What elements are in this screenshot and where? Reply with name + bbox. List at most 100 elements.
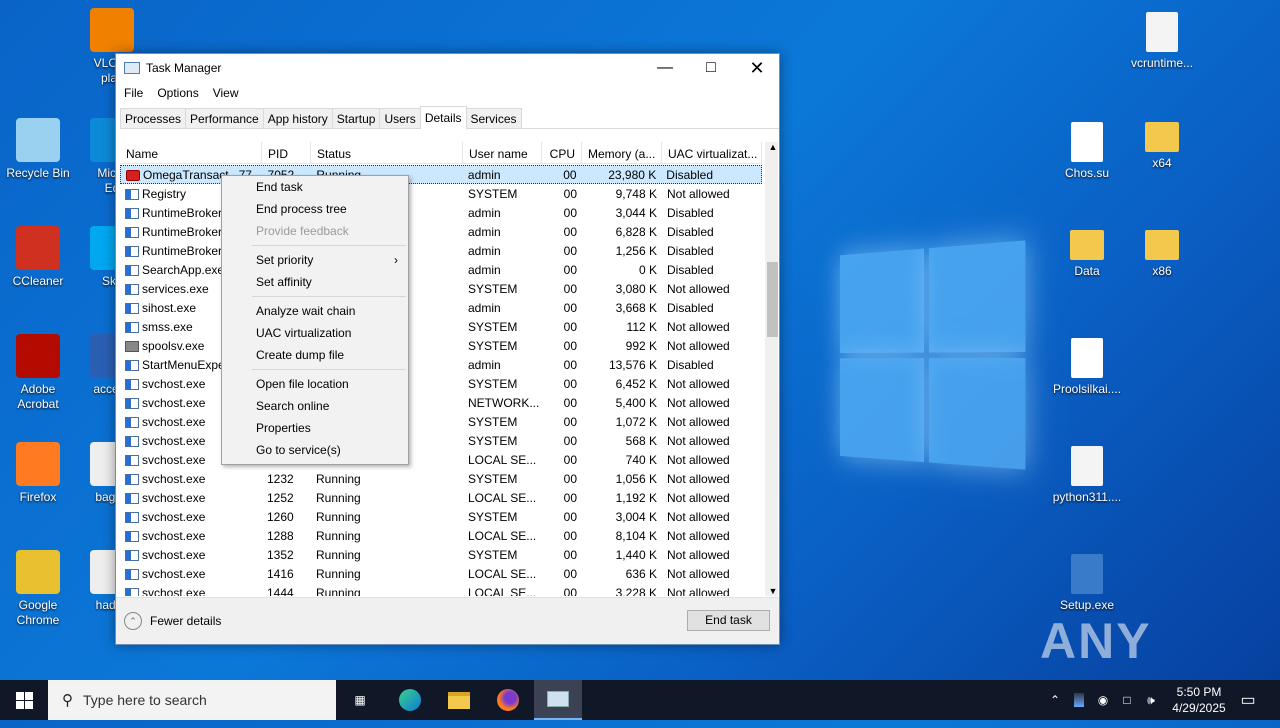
- scroll-thumb[interactable]: [767, 262, 778, 337]
- table-row[interactable]: svchost.exe 1352 Running SYSTEM 00 1,440 K Not…: [120, 545, 762, 564]
- tab-services[interactable]: Services: [465, 108, 522, 128]
- table-row[interactable]: svchost.exe LOCAL SE... 00 740 K Not allowed: [120, 450, 762, 469]
- context-menu-set-affinity[interactable]: Set affinity: [222, 271, 408, 293]
- column-header[interactable]: PID: [262, 142, 311, 163]
- desktop-icon[interactable]: Google Chrome: [0, 550, 76, 628]
- cell-memory: 6,452 K: [582, 377, 662, 391]
- volume-icon[interactable]: 🕪: [1140, 680, 1162, 720]
- desktop-icon[interactable]: x86: [1124, 226, 1200, 279]
- table-row[interactable]: svchost.exe 1444 Running LOCAL SE... 00 3,228…: [120, 583, 762, 596]
- table-row[interactable]: svchost.exe 1416 Running LOCAL SE... 00 636 K…: [120, 564, 762, 583]
- context-menu-open-file-location[interactable]: Open file location: [222, 373, 408, 395]
- maximize-button[interactable]: □: [688, 54, 734, 82]
- end-task-button[interactable]: End task: [687, 610, 770, 631]
- tab-performance[interactable]: Performance: [185, 108, 264, 128]
- tab-startup[interactable]: Startup: [331, 108, 381, 128]
- table-row[interactable]: Registry SYSTEM 00 9,748 K Not allowed: [120, 184, 762, 203]
- cell-text: 568 K: [625, 433, 657, 448]
- context-menu-search-online[interactable]: Search online: [222, 395, 408, 417]
- context-menu-end-task[interactable]: End task: [222, 176, 408, 198]
- desktop-icon[interactable]: Data: [1049, 226, 1125, 279]
- column-header[interactable]: CPU: [542, 142, 582, 163]
- tray-app-icon[interactable]: [1070, 680, 1088, 720]
- show-hidden-icons-chevron-icon[interactable]: ⌃: [1045, 680, 1065, 720]
- desktop-icon[interactable]: Setup.exe: [1049, 550, 1125, 613]
- table-row[interactable]: StartMenuExper admin 00 13,576 K Disabled: [120, 355, 762, 374]
- cell-text: Not allowed: [667, 395, 730, 410]
- start-button[interactable]: [0, 680, 48, 720]
- table-row[interactable]: svchost.exe 1288 Running LOCAL SE... 00 8,104…: [120, 526, 762, 545]
- cell-user: SYSTEM: [463, 510, 542, 524]
- title-bar[interactable]: Task Manager — □ ✕: [116, 54, 779, 82]
- desktop-icon[interactable]: Firefox: [0, 442, 76, 505]
- tab-app-history[interactable]: App history: [262, 108, 333, 128]
- desktop-icon[interactable]: Proolsilkai....: [1049, 334, 1125, 397]
- minimize-button[interactable]: —: [642, 54, 688, 82]
- table-row[interactable]: svchost.exe NETWORK... 00 5,400 K Not allowe…: [120, 393, 762, 412]
- desktop-icon[interactable]: Chos.su: [1049, 118, 1125, 181]
- cell-uac: Not allowed: [662, 320, 762, 334]
- context-menu-end-process-tree[interactable]: End process tree: [222, 198, 408, 220]
- file-explorer-taskbar-icon[interactable]: [439, 680, 479, 720]
- table-row[interactable]: svchost.exe 1252 Running LOCAL SE... 00 1,192…: [120, 488, 762, 507]
- table-row[interactable]: RuntimeBroker. admin 00 1,256 K Disabled: [120, 241, 762, 260]
- context-menu-go-to-service-s[interactable]: Go to service(s): [222, 439, 408, 461]
- table-row[interactable]: sihost.exe admin 00 3,668 K Disabled: [120, 298, 762, 317]
- tab-processes[interactable]: Processes: [120, 108, 187, 128]
- tab-users[interactable]: Users: [379, 108, 421, 128]
- task-view-icon[interactable]: ▦: [340, 680, 380, 720]
- tab-details[interactable]: Details: [419, 106, 467, 129]
- menu-view[interactable]: View: [213, 86, 239, 100]
- firefox-taskbar-icon[interactable]: [488, 680, 528, 720]
- context-menu-uac-virtualization[interactable]: UAC virtualization: [222, 322, 408, 344]
- vertical-scrollbar[interactable]: ▲ ▼: [765, 142, 778, 596]
- desktop-icon[interactable]: vcruntime...: [1124, 8, 1200, 71]
- taskbar-search-box[interactable]: ⚲ Type here to search: [48, 680, 336, 720]
- table-row[interactable]: svchost.exe SYSTEM 00 1,072 K Not allowed: [120, 412, 762, 431]
- cell-cpu: 00: [542, 244, 582, 258]
- table-row[interactable]: spoolsv.exe SYSTEM 00 992 K Not allowed: [120, 336, 762, 355]
- table-row[interactable]: svchost.exe SYSTEM 00 6,452 K Not allowed: [120, 374, 762, 393]
- column-header[interactable]: Memory (a...: [582, 142, 662, 163]
- table-row[interactable]: OmegaTransact...777052Runningadmin0023,9…: [120, 165, 762, 184]
- scroll-down-icon[interactable]: ▼: [765, 586, 778, 596]
- desktop-icon[interactable]: x64: [1124, 118, 1200, 171]
- cell-user: NETWORK...: [463, 396, 542, 410]
- menu-file[interactable]: File: [124, 86, 143, 100]
- clock[interactable]: 5:50 PM 4/29/2025: [1164, 680, 1234, 720]
- cell-user: SYSTEM: [463, 472, 542, 486]
- column-header[interactable]: Name: [120, 142, 262, 163]
- clock-time: 5:50 PM: [1176, 685, 1222, 699]
- fewer-details-button[interactable]: ⌃ Fewer details: [124, 612, 221, 630]
- task-manager-taskbar-icon[interactable]: [534, 680, 582, 720]
- column-header[interactable]: User name: [463, 142, 542, 163]
- desktop-icon[interactable]: Adobe Acrobat: [0, 334, 76, 412]
- table-row[interactable]: svchost.exe SYSTEM 00 568 K Not allowed: [120, 431, 762, 450]
- context-menu-create-dump-file[interactable]: Create dump file: [222, 344, 408, 366]
- desktop-icon[interactable]: Recycle Bin: [0, 118, 76, 181]
- context-menu-analyze-wait-chain[interactable]: Analyze wait chain: [222, 300, 408, 322]
- notifications-icon[interactable]: ▭: [1234, 680, 1262, 720]
- context-menu-properties[interactable]: Properties: [222, 417, 408, 439]
- desktop-icon[interactable]: python311....: [1049, 442, 1125, 505]
- table-row[interactable]: SearchApp.exe admin 00 0 K Disabled: [120, 260, 762, 279]
- desktop-icon[interactable]: CCleaner: [0, 226, 76, 289]
- meet-now-icon[interactable]: ◉: [1093, 680, 1113, 720]
- scroll-up-icon[interactable]: ▲: [765, 142, 778, 152]
- cell-text: SearchApp.exe: [142, 262, 225, 277]
- close-button[interactable]: ✕: [734, 54, 780, 82]
- table-row[interactable]: RuntimeBroker. admin 00 6,828 K Disabled: [120, 222, 762, 241]
- network-icon[interactable]: □: [1117, 680, 1137, 720]
- table-row[interactable]: RuntimeBroker. admin 00 3,044 K Disabled: [120, 203, 762, 222]
- table-row[interactable]: svchost.exe 1232 Running SYSTEM 00 1,056 K Not…: [120, 469, 762, 488]
- cell-pid: 1288: [262, 529, 311, 543]
- table-row[interactable]: smss.exe SYSTEM 00 112 K Not allowed: [120, 317, 762, 336]
- menu-options[interactable]: Options: [157, 86, 198, 100]
- column-header[interactable]: UAC virtualizat...: [662, 142, 762, 163]
- cell-cpu: 00: [542, 358, 582, 372]
- context-menu-set-priority[interactable]: Set priority ›: [222, 249, 408, 271]
- column-header[interactable]: Status: [311, 142, 463, 163]
- edge-taskbar-icon[interactable]: [390, 680, 430, 720]
- table-row[interactable]: svchost.exe 1260 Running SYSTEM 00 3,004 K Not…: [120, 507, 762, 526]
- table-row[interactable]: services.exe SYSTEM 00 3,080 K Not allowed: [120, 279, 762, 298]
